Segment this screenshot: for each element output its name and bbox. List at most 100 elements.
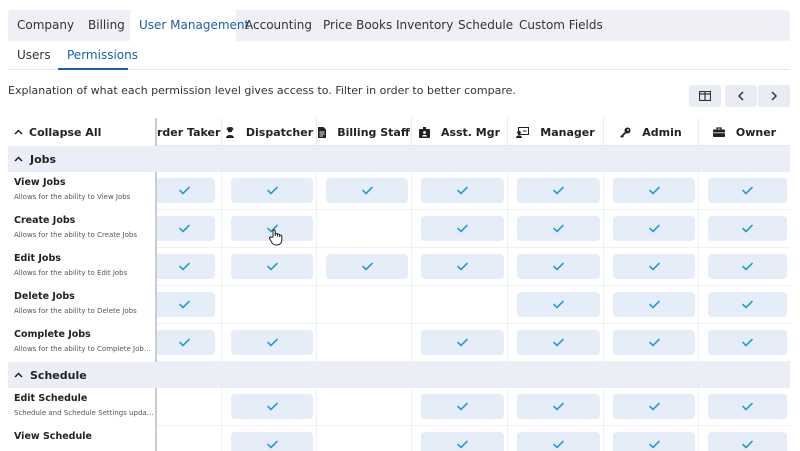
- top-tab-bar: Company Billing User Management Accounting P…: [8, 10, 790, 41]
- subtab-users[interactable]: Users: [8, 41, 52, 70]
- permission-check-asst-mgr[interactable]: [421, 432, 504, 451]
- permission-check-manager[interactable]: [517, 330, 600, 355]
- column-divider: [316, 248, 317, 286]
- permission-description: Schedule and Schedule Settings updates: [14, 409, 154, 417]
- prev-button[interactable]: [725, 85, 757, 107]
- check-icon: [266, 440, 278, 449]
- permission-check-rder-taker[interactable]: [153, 254, 215, 279]
- permission-check-dispatcher[interactable]: [231, 330, 313, 355]
- check-icon: [266, 262, 278, 271]
- permission-check-manager[interactable]: [517, 254, 600, 279]
- permission-check-manager[interactable]: [517, 432, 600, 451]
- permission-check-admin[interactable]: [613, 254, 695, 279]
- permission-check-owner[interactable]: [708, 394, 787, 419]
- collapse-all-button[interactable]: Collapse All: [8, 118, 157, 146]
- tab-billing[interactable]: Billing: [79, 10, 130, 41]
- permission-check-manager[interactable]: [517, 394, 600, 419]
- permission-check-owner[interactable]: [708, 432, 787, 451]
- permission-check-dispatcher[interactable]: [231, 394, 313, 419]
- permission-check-billing-staff[interactable]: [326, 254, 408, 279]
- permission-check-owner[interactable]: [708, 254, 787, 279]
- permission-label: View Schedule: [8, 426, 157, 451]
- collapse-all-label: Collapse All: [29, 125, 102, 139]
- check-icon: [648, 262, 660, 271]
- permission-check-admin[interactable]: [613, 394, 695, 419]
- permission-check-manager[interactable]: [517, 216, 600, 241]
- permission-label: Edit Jobs Allows for the ability to Edit …: [8, 248, 157, 286]
- column-header-asst-mgr: Asst. Mgr: [411, 118, 507, 146]
- column-header-dispatcher: Dispatcher: [221, 118, 316, 146]
- check-icon: [178, 338, 190, 347]
- permission-check-asst-mgr[interactable]: [421, 394, 504, 419]
- columns-button[interactable]: [689, 85, 721, 107]
- chevron-up-icon: [14, 156, 23, 162]
- column-divider: [603, 286, 604, 324]
- tab-schedule[interactable]: Schedule: [449, 10, 513, 41]
- check-icon: [742, 262, 753, 271]
- column-divider: [698, 426, 699, 451]
- tab-user-management[interactable]: User Management: [130, 10, 249, 41]
- permission-check-admin[interactable]: [613, 178, 695, 203]
- permission-check-admin[interactable]: [613, 216, 695, 241]
- chevron-left-icon: [737, 91, 744, 101]
- column-divider: [603, 324, 604, 362]
- column-divider: [507, 210, 508, 248]
- tab-price-books[interactable]: Price Books: [314, 10, 392, 41]
- permission-check-asst-mgr[interactable]: [421, 330, 504, 355]
- column-divider: [698, 172, 699, 210]
- section-header-schedule[interactable]: Schedule: [8, 362, 790, 388]
- column-header-label: Billing Staff: [337, 125, 410, 139]
- permission-check-owner[interactable]: [708, 292, 787, 317]
- column-divider: [221, 210, 222, 248]
- permission-check-rder-taker[interactable]: [153, 292, 215, 317]
- check-icon: [178, 186, 190, 195]
- subtab-permissions[interactable]: Permissions: [58, 41, 138, 70]
- check-icon: [361, 262, 373, 271]
- tab-custom-fields[interactable]: Custom Fields: [510, 10, 603, 41]
- permission-check-dispatcher[interactable]: [231, 432, 313, 451]
- permission-label: Edit Schedule Schedule and Schedule Setti…: [8, 388, 157, 426]
- permission-check-owner[interactable]: [708, 216, 787, 241]
- permission-label: Complete Jobs Allows for the ability to C…: [8, 324, 157, 362]
- permission-check-manager[interactable]: [517, 292, 600, 317]
- column-divider: [507, 248, 508, 286]
- permission-label: View Jobs Allows for the ability to View …: [8, 172, 157, 210]
- permission-description: Allows for the ability to Edit Jobs: [14, 269, 128, 277]
- check-icon: [457, 440, 468, 449]
- permission-row: Edit Schedule Schedule and Schedule Setti…: [8, 388, 790, 426]
- next-button[interactable]: [758, 85, 790, 107]
- tab-accounting[interactable]: Accounting: [236, 10, 314, 41]
- check-icon: [553, 338, 564, 347]
- column-header-label: Asst. Mgr: [440, 125, 501, 139]
- column-divider: [411, 388, 412, 426]
- chevron-up-icon: [14, 372, 23, 378]
- permission-check-manager[interactable]: [517, 178, 600, 203]
- column-divider: [316, 388, 317, 426]
- column-header-manager: Manager: [507, 118, 603, 146]
- permission-check-dispatcher[interactable]: [231, 178, 313, 203]
- permission-check-owner[interactable]: [708, 178, 787, 203]
- permission-check-admin[interactable]: [613, 432, 695, 451]
- section-header-jobs[interactable]: Jobs: [8, 146, 790, 172]
- permission-check-dispatcher[interactable]: [231, 254, 313, 279]
- hand-cursor-icon: [269, 229, 283, 246]
- permission-check-rder-taker[interactable]: [153, 216, 215, 241]
- check-icon: [648, 402, 660, 411]
- permission-check-asst-mgr[interactable]: [421, 178, 504, 203]
- column-header-label: rder Taker: [157, 125, 221, 139]
- permission-check-admin[interactable]: [613, 292, 695, 317]
- check-icon: [742, 300, 753, 309]
- permission-check-asst-mgr[interactable]: [421, 254, 504, 279]
- permission-title: Edit Jobs: [14, 253, 61, 264]
- permission-check-asst-mgr[interactable]: [421, 216, 504, 241]
- tab-company[interactable]: Company: [8, 10, 79, 41]
- permission-title: Delete Jobs: [14, 291, 75, 302]
- section-label: Schedule: [30, 368, 87, 382]
- tab-inventory[interactable]: Inventory: [387, 10, 453, 41]
- permission-check-owner[interactable]: [708, 330, 787, 355]
- permission-check-rder-taker[interactable]: [153, 330, 215, 355]
- permission-check-rder-taker[interactable]: [153, 178, 215, 203]
- column-divider: [603, 426, 604, 451]
- permission-check-admin[interactable]: [613, 330, 695, 355]
- permission-check-billing-staff[interactable]: [326, 178, 408, 203]
